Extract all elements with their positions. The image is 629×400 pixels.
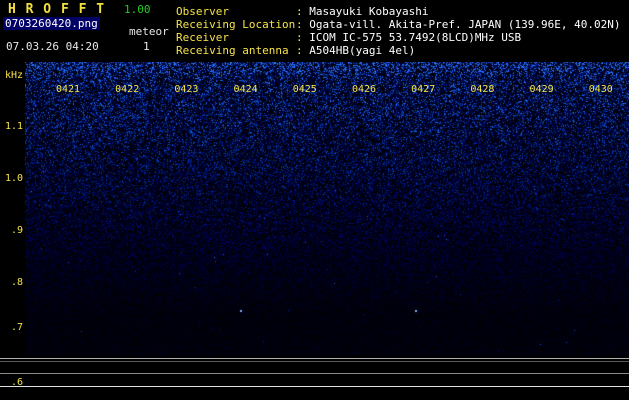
output-filename: 0703260420.png bbox=[3, 17, 100, 30]
info-value: Ogata-vill. Akita-Pref. JAPAN (139.96E, … bbox=[309, 18, 621, 31]
info-label: Receiver bbox=[176, 31, 229, 44]
x-tick-0421: 0421 bbox=[55, 84, 81, 95]
y-tick-.8: .8 bbox=[10, 277, 23, 288]
x-tick-0423: 0423 bbox=[174, 84, 199, 95]
app-title: H R O F F T bbox=[8, 2, 106, 17]
datetime-label: 07.03.26 04:20 bbox=[6, 40, 99, 53]
x-tick-0426: 0426 bbox=[351, 84, 377, 95]
x-tick-0422: 0422 bbox=[115, 84, 140, 95]
spectrogram-canvas bbox=[25, 62, 629, 356]
station-info-row: Receiving antenna: A504HB(yagi 4el) bbox=[176, 44, 629, 57]
mode-label: meteor bbox=[129, 25, 169, 38]
station-info-row: Observer: Masayuki Kobayashi bbox=[176, 5, 629, 18]
strip-line bbox=[0, 373, 629, 374]
info-colon: : bbox=[296, 31, 310, 44]
app-version: 1.00 bbox=[124, 3, 151, 16]
station-info: Observer: Masayuki Kobayashi Receiving Lo… bbox=[176, 5, 629, 57]
info-value: ICOM IC-575 53.7492(8LCD)MHz USB bbox=[309, 31, 522, 44]
header-left: H R O F F T 1.00 0703260420.png meteor 0… bbox=[0, 0, 176, 62]
x-tick-0425: 0425 bbox=[292, 84, 317, 95]
x-tick-0429: 0429 bbox=[529, 84, 554, 95]
y-tick-1.0: 1.0 bbox=[4, 173, 23, 184]
x-tick-0424: 0424 bbox=[233, 84, 258, 95]
info-colon: : bbox=[296, 18, 310, 31]
info-value: Masayuki Kobayashi bbox=[309, 5, 429, 18]
info-colon: : bbox=[296, 44, 310, 57]
y-tick-.7: .7 bbox=[10, 322, 23, 333]
info-label: Receiving antenna bbox=[176, 44, 289, 57]
info-colon: : bbox=[296, 5, 310, 18]
x-tick-0427: 0427 bbox=[411, 84, 436, 95]
x-tick-0428: 0428 bbox=[470, 84, 495, 95]
strip-line bbox=[0, 358, 629, 359]
info-value: A504HB(yagi 4el) bbox=[309, 44, 416, 57]
strip-line bbox=[0, 361, 629, 362]
info-label: Observer bbox=[176, 5, 229, 18]
y-tick-1.1: 1.1 bbox=[4, 121, 23, 132]
hrofft-window: H R O F F T 1.00 0703260420.png meteor 0… bbox=[0, 0, 629, 400]
y-axis-unit: kHz bbox=[4, 70, 23, 81]
station-info-row: Receiving Location: Ogata-vill. Akita-Pr… bbox=[176, 18, 629, 31]
x-tick-0430: 0430 bbox=[588, 84, 613, 95]
meteor-count: 1 bbox=[143, 40, 150, 53]
y-tick-.9: .9 bbox=[10, 225, 23, 236]
station-info-row: Receiver: ICOM IC-575 53.7492(8LCD)MHz U… bbox=[176, 31, 629, 44]
info-label: Receiving Location bbox=[176, 18, 296, 31]
strip-line bbox=[0, 386, 629, 387]
